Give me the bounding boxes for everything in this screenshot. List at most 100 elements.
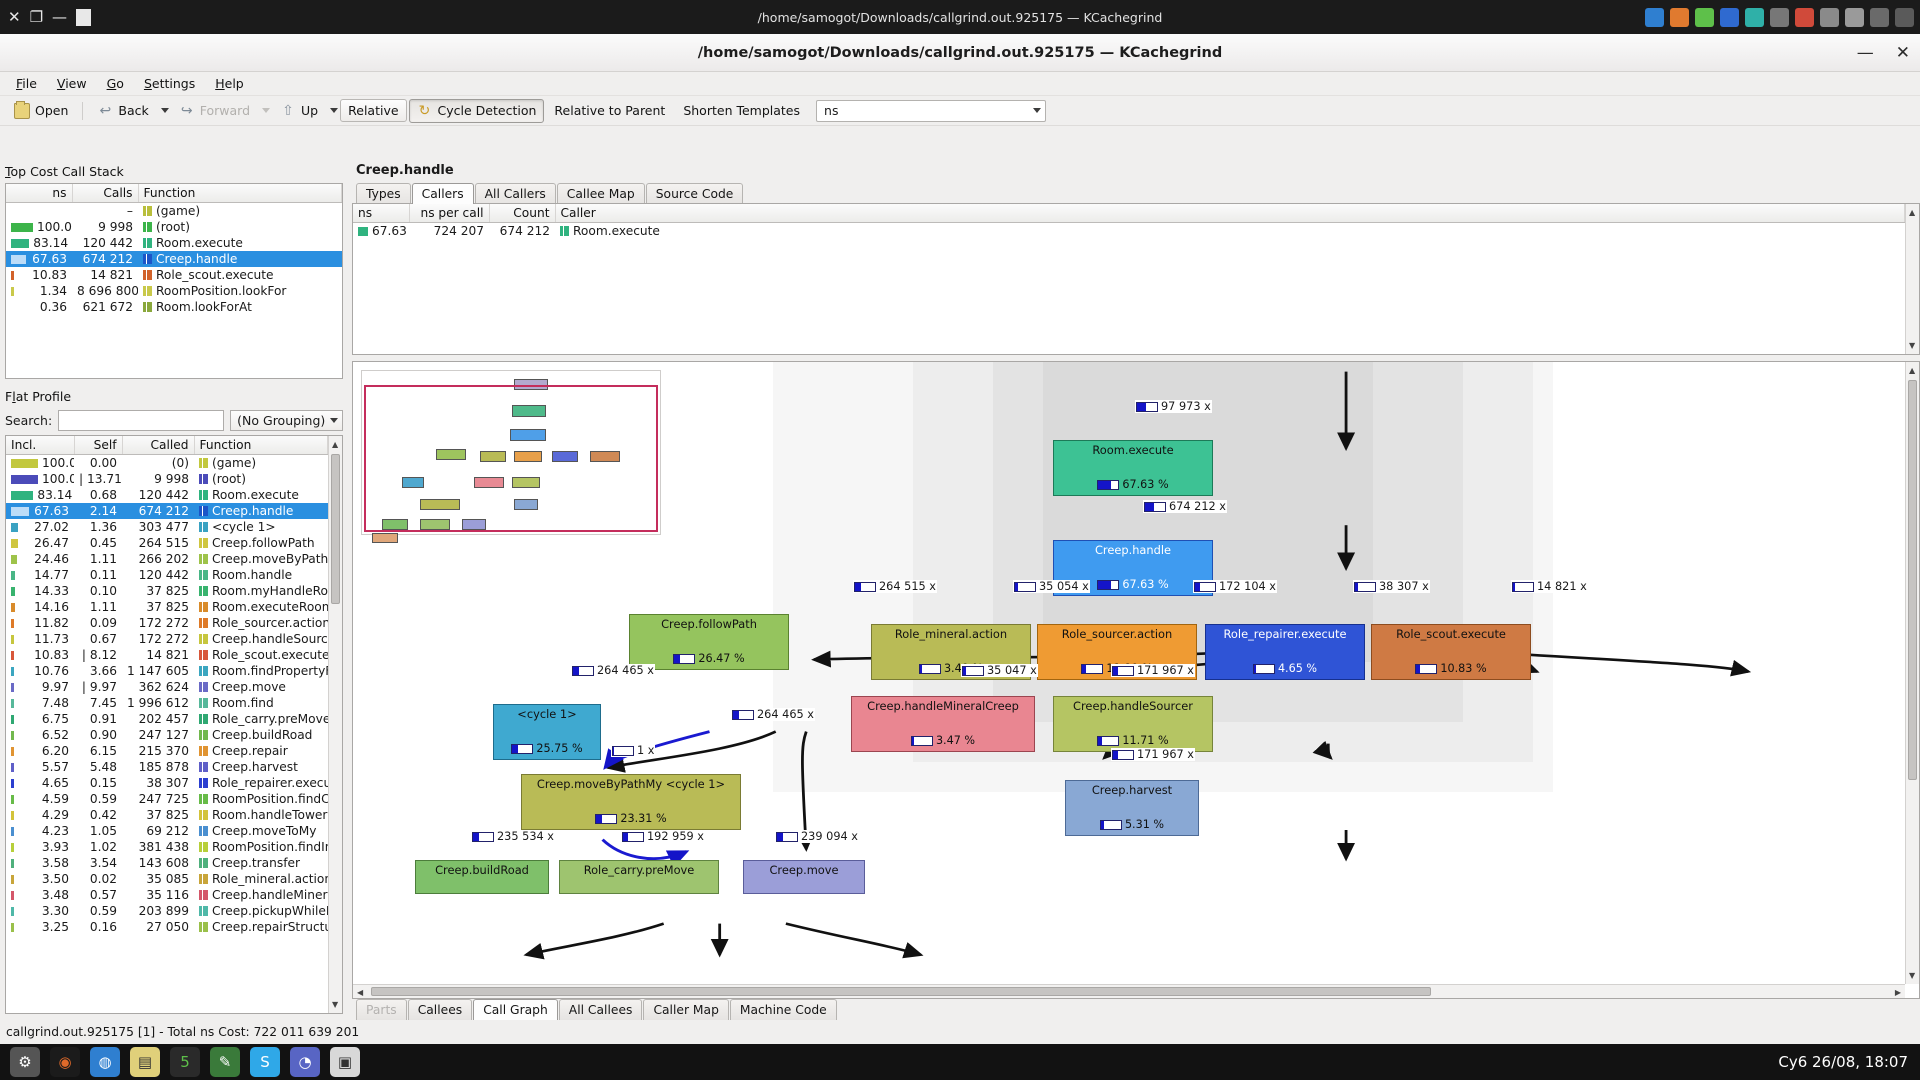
back-dropdown-icon[interactable] <box>161 108 169 113</box>
tray-icon-teal[interactable] <box>1745 8 1764 27</box>
table-row[interactable]: –(game) <box>6 203 342 220</box>
column-header[interactable]: ns <box>6 184 72 203</box>
scroll-up-icon[interactable]: ▲ <box>1909 208 1915 217</box>
tray-icon-green[interactable] <box>1695 8 1714 27</box>
table-row[interactable]: 4.650.1538 307Role_repairer.execute <box>6 775 328 791</box>
table-row[interactable]: 10.8314 821Role_scout.execute <box>6 267 342 283</box>
tab-machine-code[interactable]: Machine Code <box>730 999 837 1020</box>
table-row[interactable]: 26.470.45264 515Creep.followPath <box>6 535 328 551</box>
table-row[interactable]: 0.36621 672Room.lookForAt <box>6 299 342 315</box>
table-row[interactable]: 27.021.36303 477<cycle 1> <box>6 519 328 535</box>
back-button[interactable]: ↩ Back <box>89 99 156 123</box>
desktop-window-controls[interactable]: ✕ ❐ — <box>0 9 91 26</box>
column-header[interactable]: Self <box>74 436 122 455</box>
taskbar-firefox-icon[interactable]: ◉ <box>50 1047 80 1077</box>
table-row[interactable]: 3.583.54143 608Creep.transfer <box>6 855 328 871</box>
tab-types[interactable]: Types <box>356 183 411 204</box>
maximize-icon[interactable]: ❐ <box>30 10 43 25</box>
table-row[interactable]: 1.348 696 800RoomPosition.lookFor <box>6 283 342 299</box>
tab-source-code[interactable]: Source Code <box>646 183 744 204</box>
table-row[interactable]: 11.820.09172 272Role_sourcer.action <box>6 615 328 631</box>
table-row[interactable]: 9.97| 9.97362 624Creep.move <box>6 679 328 695</box>
menu-file[interactable]: FFileile <box>8 74 45 93</box>
system-tray[interactable] <box>1645 0 1914 34</box>
forward-dropdown-icon[interactable] <box>262 108 270 113</box>
table-row[interactable]: 83.140.68120 442Room.execute <box>6 487 328 503</box>
window-minimize-icon[interactable]: — <box>1857 45 1874 62</box>
table-row[interactable]: 100.000.00(0)(game) <box>6 455 328 472</box>
table-row[interactable]: 67.632.14674 212Creep.handle <box>6 503 328 519</box>
scroll-up-icon[interactable]: ▲ <box>1909 366 1915 375</box>
table-row[interactable]: 100.00| 13.719 998(root) <box>6 471 328 487</box>
relative-toggle[interactable]: Relative <box>340 99 406 122</box>
taskbar[interactable]: ⚙ ◉ ◍ ▤ 5 ✎ S ◔ ▣ Cy6 26/08, 18:07 <box>0 1044 1920 1080</box>
menu-help[interactable]: Help <box>207 74 252 93</box>
graph-node-creep-followpath[interactable]: Creep.followPath26.47 % <box>629 614 789 670</box>
table-row[interactable]: 83.14120 442Room.execute <box>6 235 342 251</box>
main-toolbar[interactable]: Open ↩ Back ↪ Forward ⇧ Up Relative ↻ Cy… <box>0 96 1920 126</box>
tray-icon-network[interactable] <box>1820 8 1839 27</box>
taskbar-kcachegrind-icon[interactable]: ▣ <box>330 1047 360 1077</box>
taskbar-terminal-icon[interactable]: 5 <box>170 1047 200 1077</box>
graph-node-role-scout-exec[interactable]: Role_scout.execute10.83 % <box>1371 624 1531 680</box>
shorten-templates-toggle[interactable]: Shorten Templates <box>675 99 808 122</box>
menu-go[interactable]: Go <box>99 74 132 93</box>
tab-all-callees[interactable]: All Callees <box>559 999 643 1020</box>
table-row[interactable]: 100.009 998(root) <box>6 219 342 235</box>
column-header[interactable]: Called <box>122 436 194 455</box>
open-button[interactable]: Open <box>6 99 76 123</box>
tray-icon-volume[interactable] <box>1845 8 1864 27</box>
detail-tabstrip[interactable]: TypesCallersAll CallersCallee MapSource … <box>352 183 1920 204</box>
taskbar-chrome-icon[interactable]: ◍ <box>90 1047 120 1077</box>
tray-icon-red[interactable] <box>1795 8 1814 27</box>
callers-vertical-scrollbar[interactable]: ▲ ▼ <box>1905 204 1919 354</box>
graph-minimap[interactable] <box>361 370 661 535</box>
table-row[interactable]: 67.63724 207674 212Room.execute <box>353 223 1905 240</box>
graph-node-creep-buildroad[interactable]: Creep.buildRoad <box>415 860 549 894</box>
chevron-down-icon[interactable] <box>1033 108 1041 113</box>
scroll-right-icon[interactable]: ▶ <box>1895 988 1901 997</box>
table-row[interactable]: 14.770.11120 442Room.handle <box>6 567 328 583</box>
scroll-left-icon[interactable]: ◀ <box>357 988 363 997</box>
table-row[interactable]: 6.520.90247 127Creep.buildRoad <box>6 727 328 743</box>
table-row[interactable]: 3.480.5735 116Creep.handleMineralCreep <box>6 887 328 903</box>
column-header[interactable]: Function <box>194 436 328 455</box>
top-cost-call-stack-list[interactable]: nsCallsFunction –(game)100.009 998(root)… <box>5 183 343 379</box>
graph-node-room-execute[interactable]: Room.execute67.63 % <box>1053 440 1213 496</box>
tray-icon-orange[interactable] <box>1670 8 1689 27</box>
table-row[interactable]: 3.931.02381 438RoomPosition.findInRangeP… <box>6 839 328 855</box>
grouping-combo[interactable]: (No Grouping) <box>230 410 343 431</box>
table-row[interactable]: 24.461.11266 202Creep.moveByPathMy <cy..… <box>6 551 328 567</box>
table-row[interactable]: 5.575.48185 878Creep.harvest <box>6 759 328 775</box>
forward-button[interactable]: ↪ Forward <box>171 99 258 123</box>
taskbar-editor-icon[interactable]: ✎ <box>210 1047 240 1077</box>
minimize-icon[interactable]: — <box>52 10 67 25</box>
tab-call-graph[interactable]: Call Graph <box>473 999 558 1020</box>
scroll-up-icon[interactable]: ▲ <box>332 440 338 449</box>
menubar[interactable]: FFileile View Go Settings Help <box>0 72 1920 96</box>
scroll-down-icon[interactable]: ▼ <box>1909 971 1915 980</box>
tray-icon-cloud[interactable] <box>1645 8 1664 27</box>
graph-node-role-repairer-exec[interactable]: Role_repairer.execute4.65 % <box>1205 624 1365 680</box>
scroll-down-icon[interactable]: ▼ <box>332 1000 338 1009</box>
graph-node-creep-move[interactable]: Creep.move <box>743 860 865 894</box>
chevron-down-icon[interactable] <box>330 418 338 423</box>
table-row[interactable]: 3.250.1627 050Creep.repairStructure <box>6 919 328 935</box>
scroll-down-icon[interactable]: ▼ <box>1909 341 1915 350</box>
tab-all-callers[interactable]: All Callers <box>475 183 556 204</box>
table-row[interactable]: 4.290.4237 825Room.handleTower <box>6 807 328 823</box>
search-input[interactable] <box>58 410 224 431</box>
tray-icon-menu[interactable] <box>1895 8 1914 27</box>
flat-profile-search-row[interactable]: Search: (No Grouping) <box>0 408 348 435</box>
column-header[interactable]: Caller <box>555 204 1905 223</box>
graph-node-creep-harvest[interactable]: Creep.harvest5.31 % <box>1065 780 1199 836</box>
column-header[interactable]: Calls <box>72 184 138 203</box>
call-graph-canvas[interactable]: Room.execute67.63 %Creep.handle67.63 %Cr… <box>353 362 1919 998</box>
tab-callee-map[interactable]: Callee Map <box>557 183 645 204</box>
column-header[interactable]: ns per call <box>409 204 489 223</box>
column-header[interactable]: Function <box>138 184 342 203</box>
tab-callers[interactable]: Callers <box>412 183 474 204</box>
menu-settings[interactable]: Settings <box>136 74 203 93</box>
flat-profile-vertical-scrollbar[interactable]: ▲ ▼ <box>328 436 342 1013</box>
menu-view[interactable]: View <box>49 74 95 93</box>
